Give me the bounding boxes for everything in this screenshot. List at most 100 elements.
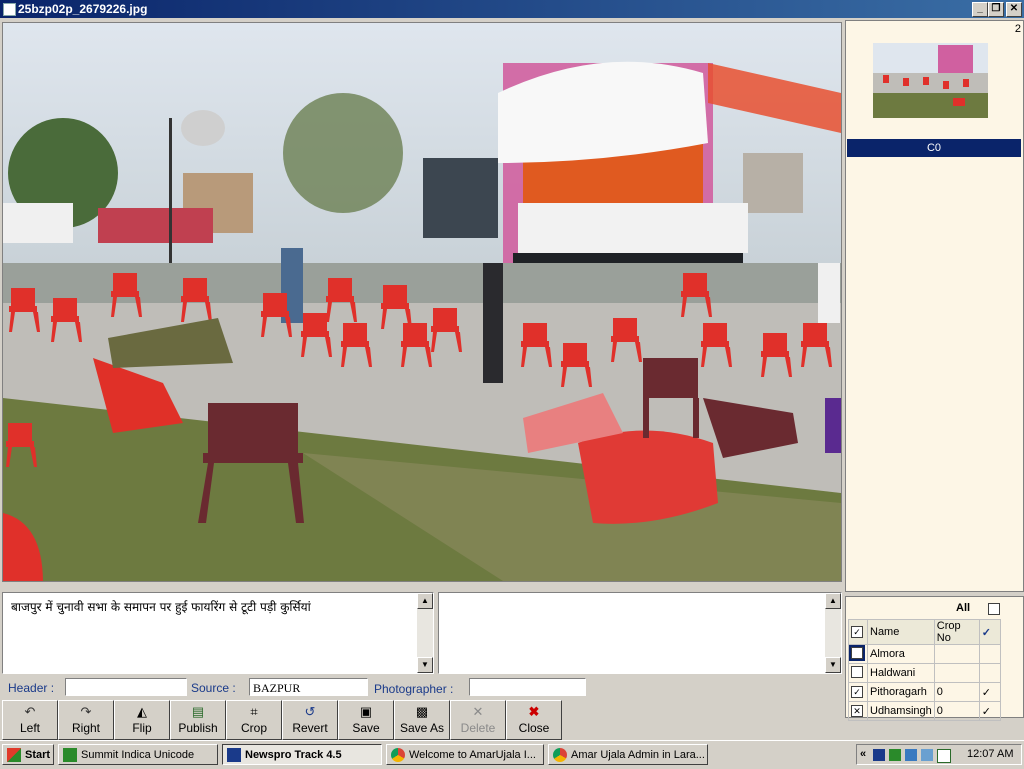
delete-icon: ✕ xyxy=(472,704,484,719)
rotate-left-button[interactable]: ↶ Left xyxy=(2,700,58,740)
tray-security-icon[interactable] xyxy=(889,749,901,761)
photographer-label: Photographer : xyxy=(374,682,454,696)
row-checkbox-cell[interactable] xyxy=(848,644,868,664)
district-name-cell[interactable]: Pithoragarh xyxy=(867,682,935,702)
checkmark-icon: ✓ xyxy=(981,705,991,718)
task-chrome-admin[interactable]: Amar Ujala Admin in Lara... xyxy=(548,744,708,765)
table-header-row: ✓ Name Crop No ✓ xyxy=(848,619,1001,645)
tray-language-icon[interactable] xyxy=(937,749,951,763)
publish-button[interactable]: ▤ Publish xyxy=(170,700,226,740)
clock[interactable]: 12:07 AM xyxy=(967,745,1013,764)
save-as-button[interactable]: ▩ Save As xyxy=(394,700,450,740)
select-all-checkbox[interactable] xyxy=(988,603,1000,615)
app-icon[interactable] xyxy=(3,3,16,16)
scroll-up-icon[interactable]: ▲ xyxy=(825,593,841,609)
district-name-cell[interactable]: Udhamsingh xyxy=(867,701,935,721)
tick-cell[interactable] xyxy=(978,663,1001,683)
district-name-cell[interactable]: Almora xyxy=(867,644,935,664)
tick-cell[interactable]: ✓ xyxy=(978,682,1001,702)
table-row[interactable]: ✕ Udhamsingh 0 ✓ xyxy=(848,701,1001,721)
close-window-button[interactable]: ✕ xyxy=(1006,2,1022,17)
save-button[interactable]: ▣ Save xyxy=(338,700,394,740)
start-button[interactable]: Start xyxy=(2,744,54,765)
crop-no-cell[interactable] xyxy=(933,644,980,664)
flip-button[interactable]: ◭ Flip xyxy=(114,700,170,740)
app-icon xyxy=(63,748,77,762)
row-checkbox[interactable] xyxy=(851,665,863,678)
flip-icon: ◭ xyxy=(137,704,147,719)
thumbnail-panel: 2 C0 xyxy=(845,20,1024,592)
minimize-button[interactable]: _ xyxy=(972,2,988,17)
crop-no-cell[interactable] xyxy=(933,663,980,683)
windows-logo-icon xyxy=(7,748,21,762)
district-name-cell[interactable]: Haldwani xyxy=(867,663,935,683)
rotate-right-icon: ↷ xyxy=(80,704,92,719)
newspro-icon xyxy=(227,748,241,762)
chrome-icon xyxy=(553,748,567,762)
publish-icon: ▤ xyxy=(191,704,205,719)
row-checkbox[interactable] xyxy=(849,644,865,661)
crop-icon: ⌗ xyxy=(250,704,258,719)
hindi-caption-text: बाजपुर में चुनावी सभा के समापन पर हुई फा… xyxy=(11,600,311,614)
header-checkbox-cell[interactable]: ✓ xyxy=(848,619,868,645)
revert-icon: ↺ xyxy=(304,704,316,719)
save-as-icon: ▩ xyxy=(415,704,429,719)
district-panel: All ✓ Name Crop No ✓ Almora Haldwani ✓ Pith… xyxy=(845,596,1024,721)
row-checkbox-cell[interactable]: ✓ xyxy=(848,682,868,702)
row-checkbox[interactable]: ✕ xyxy=(851,705,863,717)
photo-image xyxy=(3,23,841,581)
tray-network-icon[interactable] xyxy=(873,749,885,761)
all-row: All xyxy=(846,599,1021,617)
window-title: 25bzp02p_2679226.jpg xyxy=(18,2,148,16)
tray-sync-icon[interactable] xyxy=(921,749,933,761)
english-caption-textarea[interactable]: ▲ ▼ xyxy=(438,592,842,674)
crop-column-header[interactable]: Crop No xyxy=(933,619,980,645)
hindi-caption-textarea[interactable]: बाजपुर में चुनावी सभा के समापन पर हुई फा… xyxy=(2,592,434,674)
tick-cell[interactable]: ✓ xyxy=(978,701,1001,721)
thumbnail-image[interactable] xyxy=(873,43,988,118)
header-checkbox[interactable]: ✓ xyxy=(851,626,863,638)
all-label: All xyxy=(956,602,971,614)
thumbnail-count: 2 xyxy=(1014,23,1021,35)
thumbnail-selected-label[interactable]: C0 xyxy=(847,139,1021,157)
rotate-left-icon: ↶ xyxy=(24,704,36,719)
close-button[interactable]: ✖ Close xyxy=(506,700,562,740)
checkmark-icon: ✓ xyxy=(981,686,991,699)
tick-cell[interactable] xyxy=(978,644,1001,664)
task-chrome-welcome[interactable]: Welcome to AmarUjala I... xyxy=(386,744,544,765)
caption2-scrollbar[interactable]: ▲ ▼ xyxy=(825,593,841,673)
crop-no-cell[interactable]: 0 xyxy=(933,682,980,702)
source-label: Source : xyxy=(191,681,236,695)
row-checkbox-cell[interactable]: ✕ xyxy=(848,701,868,721)
scroll-down-icon[interactable]: ▼ xyxy=(417,657,433,673)
table-row[interactable]: Almora xyxy=(848,644,1001,664)
source-input[interactable]: BAZPUR xyxy=(249,678,368,696)
crop-no-cell[interactable]: 0 xyxy=(933,701,980,721)
taskbar: Start Summit Indica Unicode Newspro Trac… xyxy=(0,740,1024,769)
close-icon: ✖ xyxy=(528,704,540,719)
rotate-right-button[interactable]: ↷ Right xyxy=(58,700,114,740)
row-checkbox[interactable]: ✓ xyxy=(851,686,863,698)
restore-button[interactable]: ❐ xyxy=(988,2,1004,17)
crop-button[interactable]: ⌗ Crop xyxy=(226,700,282,740)
scroll-up-icon[interactable]: ▲ xyxy=(417,593,433,609)
title-bar: 25bzp02p_2679226.jpg _ ❐ ✕ xyxy=(0,0,1024,18)
header-input[interactable] xyxy=(65,678,187,696)
row-checkbox-cell[interactable] xyxy=(848,663,868,683)
task-newspro[interactable]: Newspro Track 4.5 xyxy=(222,744,382,765)
main-photo[interactable] xyxy=(2,22,842,582)
district-table: ✓ Name Crop No ✓ Almora Haldwani ✓ Pithorag… xyxy=(848,619,1001,721)
table-row[interactable]: Haldwani xyxy=(848,663,1001,683)
photographer-input[interactable] xyxy=(469,678,586,696)
tick-column-header[interactable]: ✓ xyxy=(978,619,1001,645)
tray-expand-icon[interactable]: « xyxy=(860,745,866,764)
delete-button[interactable]: ✕ Delete xyxy=(450,700,506,740)
system-tray: « 12:07 AM xyxy=(856,744,1022,765)
revert-button[interactable]: ↺ Revert xyxy=(282,700,338,740)
tray-monitor-icon[interactable] xyxy=(905,749,917,761)
caption-scrollbar[interactable]: ▲ ▼ xyxy=(417,593,433,673)
scroll-down-icon[interactable]: ▼ xyxy=(825,657,841,673)
name-column-header[interactable]: Name xyxy=(867,619,935,645)
task-summit-indica[interactable]: Summit Indica Unicode xyxy=(58,744,218,765)
table-row[interactable]: ✓ Pithoragarh 0 ✓ xyxy=(848,682,1001,702)
